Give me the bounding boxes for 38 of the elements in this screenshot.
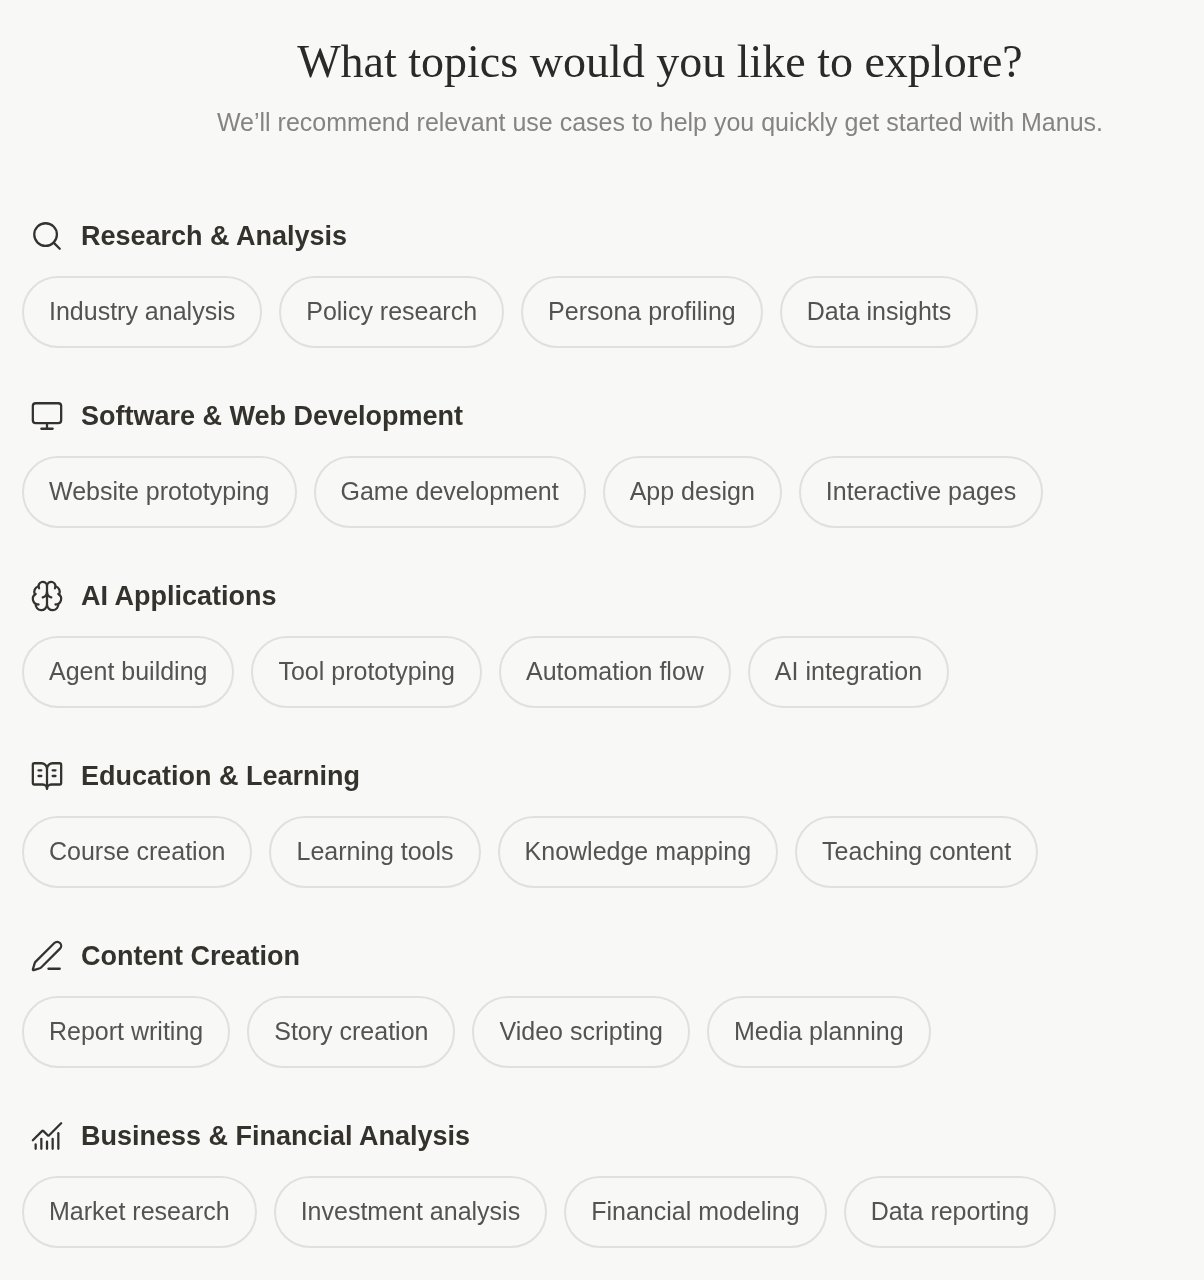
topic-chip[interactable]: App design <box>602 456 782 528</box>
topic-chip[interactable]: Data insights <box>779 276 979 348</box>
topic-chip[interactable]: Policy research <box>279 276 505 348</box>
bar-chart-icon <box>30 1119 64 1153</box>
section-heading: Content Creation <box>81 940 300 973</box>
topic-chip[interactable]: Teaching content <box>795 816 1039 888</box>
section-heading: Research & Analysis <box>81 220 348 253</box>
section-heading: AI Applications <box>81 580 277 613</box>
section-heading: Business & Financial Analysis <box>81 1120 471 1153</box>
topic-chip[interactable]: Financial modeling <box>564 1176 827 1248</box>
topic-chip[interactable]: Course creation <box>22 816 253 888</box>
page-title: What topics would you like to explore? <box>297 35 1023 89</box>
topic-chip[interactable]: Industry analysis <box>22 276 263 348</box>
topic-chip[interactable]: Report writing <box>22 996 231 1068</box>
topic-chip[interactable]: Learning tools <box>269 816 481 888</box>
monitor-icon <box>30 399 64 433</box>
search-icon <box>30 219 64 253</box>
pen-icon <box>30 939 64 973</box>
topic-chip[interactable]: Website prototyping <box>22 456 297 528</box>
topic-chip[interactable]: Market research <box>22 1176 257 1248</box>
topic-chip[interactable]: Story creation <box>247 996 456 1068</box>
topic-chip[interactable]: Data reporting <box>843 1176 1057 1248</box>
topic-chip[interactable]: Tool prototyping <box>251 636 482 708</box>
topic-chip[interactable]: Interactive pages <box>798 456 1044 528</box>
topic-chip[interactable]: Agent building <box>22 636 235 708</box>
brain-icon <box>30 579 64 613</box>
topic-chip[interactable]: Automation flow <box>499 636 731 708</box>
topic-chip[interactable]: Knowledge mapping <box>497 816 779 888</box>
open-book-icon <box>30 759 64 793</box>
topic-chip[interactable]: AI integration <box>747 636 950 708</box>
topic-chip[interactable]: Persona profiling <box>521 276 763 348</box>
section-heading: Education & Learning <box>81 760 361 793</box>
page-subtitle: We’ll recommend relevant use cases to help you quickly get started with Manus. <box>216 107 1104 138</box>
topic-chip[interactable]: Media planning <box>707 996 931 1068</box>
topic-chip[interactable]: Investment analysis <box>273 1176 548 1248</box>
topic-chip[interactable]: Video scripting <box>472 996 690 1068</box>
section-heading: Software & Web Development <box>81 400 464 433</box>
topic-chip[interactable]: Game development <box>313 456 586 528</box>
